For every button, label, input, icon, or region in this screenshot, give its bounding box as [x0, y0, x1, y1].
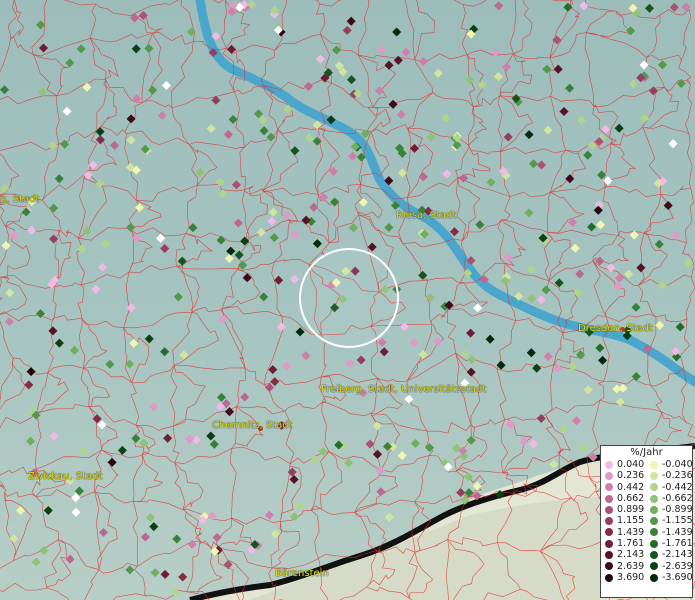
legend-entry-positive: 0.236 [601, 470, 646, 481]
legend-value: 2.639 [617, 560, 645, 572]
legend-swatch [650, 573, 658, 582]
legend-value: -0.236 [662, 470, 693, 482]
legend-swatch [650, 483, 658, 492]
legend-value: -0.442 [662, 481, 693, 493]
legend-value: 1.155 [617, 515, 645, 527]
legend-swatch [650, 539, 658, 548]
legend-swatch [605, 483, 613, 492]
legend-swatch [605, 528, 613, 537]
legend-row: 1.761 -1.761 [601, 538, 693, 550]
legend-rows: 0.040 -0.040 0.236 -0.236 0.442 -0.442 0.662 -0… [601, 459, 693, 583]
legend-row: 0.236 -0.236 [601, 470, 693, 482]
legend-value: -2.143 [662, 549, 693, 561]
legend-entry-negative: -1.439 [646, 526, 693, 538]
legend-value: -1.761 [662, 538, 693, 550]
legend-value: 3.690 [617, 571, 645, 583]
legend-value: 0.040 [617, 459, 645, 470]
legend-swatch [650, 551, 658, 560]
legend-swatch [605, 539, 613, 548]
legend-swatch [605, 517, 613, 526]
legend-value: 0.662 [617, 492, 645, 504]
city-label-riesa: Riesa, Stadt [396, 210, 457, 221]
legend-value: -0.899 [662, 504, 693, 516]
city-label-chemnitz: Chemnitz, Stadt [212, 420, 293, 431]
legend-entry-negative: -0.236 [646, 470, 693, 482]
legend-entry-positive: 0.662 [601, 493, 646, 504]
legend-row: 1.439 -1.439 [601, 526, 693, 538]
legend-swatch [650, 562, 658, 571]
legend-entry-negative: -0.442 [646, 481, 693, 493]
legend-row: 1.155 -1.155 [601, 515, 693, 527]
legend-swatch [650, 528, 658, 537]
legend-swatch [605, 562, 613, 571]
legend-swatch [605, 471, 613, 480]
legend-value: 1.761 [617, 538, 645, 550]
legend-swatch [605, 460, 613, 469]
legend-swatch [650, 517, 658, 526]
legend-row: 0.442 -0.442 [601, 481, 693, 493]
legend-value: -1.155 [662, 515, 693, 527]
legend-row: 3.690 -3.690 [601, 571, 693, 583]
legend-row: 0.662 -0.662 [601, 492, 693, 504]
legend-swatch [650, 471, 658, 480]
city-label-freiberg: Freiberg, Stadt, Universitätsstadt [321, 384, 487, 395]
legend-value: -3.690 [662, 571, 693, 583]
city-label-partial: g, Stadt [0, 194, 40, 205]
legend-value: 2.143 [617, 549, 645, 561]
legend-swatch [605, 551, 613, 560]
legend-value: 1.439 [617, 526, 645, 538]
legend-entry-positive: 2.143 [601, 549, 646, 560]
city-label-baerenstein: Bärenstein [275, 568, 329, 579]
legend-row: 2.143 -2.143 [601, 549, 693, 561]
legend-entry-positive: 1.761 [601, 538, 646, 549]
legend-entry-negative: -1.155 [646, 515, 693, 527]
city-label-dresden: Dresden, Stadt [578, 323, 653, 334]
legend-value: -0.662 [662, 492, 693, 504]
legend-value: -0.040 [662, 459, 693, 470]
legend-value: 0.236 [617, 470, 645, 482]
legend-swatch [605, 573, 613, 582]
legend-title: %/Jahr [630, 447, 663, 458]
legend-entry-positive: 0.899 [601, 504, 646, 515]
legend-swatch [650, 494, 658, 503]
legend-entry-positive: 3.690 [601, 572, 646, 583]
legend-row: 0.899 -0.899 [601, 504, 693, 516]
legend-entry-negative: -1.761 [646, 538, 693, 550]
legend-entry-positive: 1.155 [601, 515, 646, 526]
legend-entry-negative: -2.639 [646, 560, 693, 572]
legend-entry-negative: -0.662 [646, 492, 693, 504]
legend-entry-positive: 0.040 [601, 459, 646, 470]
legend-entry-positive: 1.439 [601, 527, 646, 538]
legend-value: 0.442 [617, 481, 645, 493]
legend-entry-negative: -3.690 [646, 571, 693, 583]
legend-swatch [650, 505, 658, 514]
legend-row: 2.639 -2.639 [601, 560, 693, 572]
legend-entry-negative: -0.040 [646, 459, 693, 470]
legend: %/Jahr 0.040 -0.040 0.236 -0.236 0.442 -0.442… [600, 445, 693, 598]
legend-value: -2.639 [662, 560, 693, 572]
legend-entry-negative: -2.143 [646, 549, 693, 561]
city-label-zwickau: Zwickau, Stadt [28, 471, 103, 482]
legend-entry-negative: -0.899 [646, 504, 693, 516]
legend-swatch [605, 505, 613, 514]
legend-entry-positive: 0.442 [601, 482, 646, 493]
legend-swatch [605, 494, 613, 503]
legend-row: 0.040 -0.040 [601, 459, 693, 470]
selection-circle[interactable] [299, 248, 399, 348]
legend-value: -1.439 [662, 526, 693, 538]
map-canvas[interactable] [0, 0, 695, 600]
legend-value: 0.899 [617, 504, 645, 516]
legend-entry-positive: 2.639 [601, 561, 646, 572]
legend-swatch [650, 460, 658, 469]
